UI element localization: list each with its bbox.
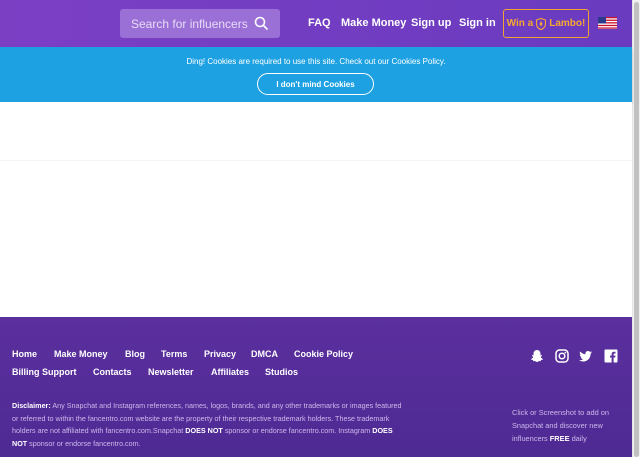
disclaimer-part-3: sponsor or endorse fancentro.com. — [27, 438, 141, 448]
search-box[interactable] — [120, 9, 280, 38]
footer-link-dmca[interactable]: DMCA — [251, 349, 278, 359]
footer-link-home[interactable]: Home — [12, 349, 37, 359]
add-note-part-2: daily — [569, 434, 587, 443]
footer-link-make-money[interactable]: Make Money — [54, 349, 108, 359]
footer-link-terms[interactable]: Terms — [161, 349, 187, 359]
cookie-banner: Ding! Cookies are required to use this s… — [0, 47, 632, 102]
disclaimer-label: Disclaimer: — [12, 401, 51, 410]
footer-link-contacts[interactable]: Contacts — [93, 367, 132, 377]
shield-icon — [536, 17, 547, 30]
disclaimer-text: Disclaimer: Any Snapchat and Instagram r… — [12, 400, 402, 450]
snapchat-icon[interactable] — [530, 349, 544, 363]
twitter-icon[interactable] — [579, 349, 593, 363]
footer-link-studios[interactable]: Studios — [265, 367, 298, 377]
snapchat-add-note: Click or Screenshot to add on Snapchat a… — [512, 406, 627, 445]
nav-faq[interactable]: FAQ — [308, 17, 331, 29]
scrollbar-thumb[interactable] — [634, 2, 639, 457]
disclaimer-bold-1: DOES NOT — [185, 426, 223, 435]
footer-link-blog[interactable]: Blog — [125, 349, 145, 359]
instagram-icon[interactable] — [555, 349, 569, 363]
content-divider — [0, 160, 632, 161]
add-note-bold: FREE — [549, 434, 570, 443]
top-header: FAQ Make Money Sign up Sign in Win a Lam… — [0, 0, 632, 47]
nav-sign-in[interactable]: Sign in — [459, 17, 496, 29]
nav-make-money[interactable]: Make Money — [341, 17, 406, 29]
search-icon[interactable] — [254, 16, 268, 30]
lambo-suffix: Lambo! — [549, 18, 586, 29]
cookie-message: Ding! Cookies are required to use this s… — [186, 57, 446, 66]
accept-cookies-button[interactable]: I don't mind Cookies — [257, 73, 374, 95]
footer-link-newsletter[interactable]: Newsletter — [148, 367, 194, 377]
search-input[interactable] — [131, 16, 251, 31]
scrollbar[interactable] — [632, 0, 640, 457]
footer-link-billing-support[interactable]: Billing Support — [12, 367, 77, 377]
footer-link-affiliates[interactable]: Affiliates — [211, 367, 249, 377]
footer-link-privacy[interactable]: Privacy — [204, 349, 236, 359]
footer-link-cookie-policy[interactable]: Cookie Policy — [294, 349, 353, 359]
us-flag-icon[interactable] — [598, 17, 617, 29]
lambo-prefix: Win a — [506, 18, 534, 29]
footer: Home Make Money Blog Terms Privacy DMCA … — [0, 317, 632, 457]
facebook-icon[interactable] — [604, 349, 618, 363]
disclaimer-part-2: sponsor or endorse fancentro.com. Instag… — [222, 426, 373, 435]
win-lambo-button[interactable]: Win a Lambo! — [503, 9, 589, 38]
nav-sign-up[interactable]: Sign up — [411, 17, 451, 29]
main-content — [0, 102, 632, 317]
